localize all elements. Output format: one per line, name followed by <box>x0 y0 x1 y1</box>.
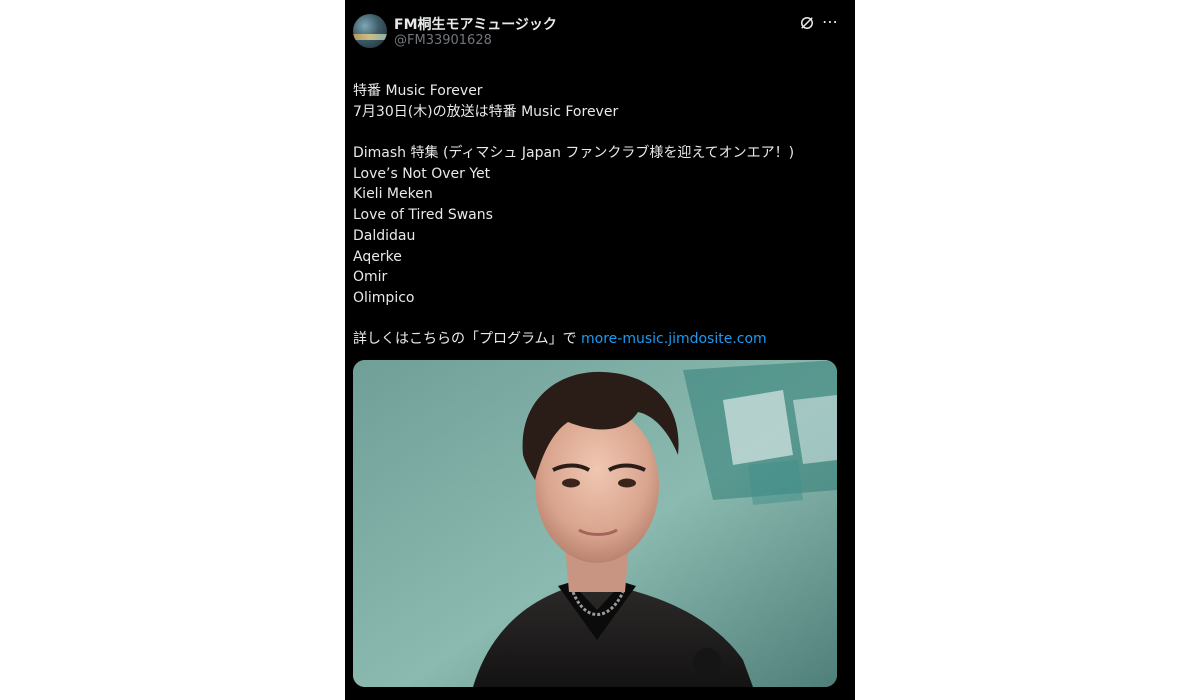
author-display-name[interactable]: FM桐生モアミュージック <box>394 14 557 34</box>
post-line: Daldidau <box>353 227 416 244</box>
post-line-blank <box>353 122 843 143</box>
post-card: FM桐生モアミュージック @FM33901628 ⋯ 特番 Music Fore… <box>345 0 855 700</box>
avatar[interactable] <box>353 14 387 48</box>
post-line: Omir <box>353 269 388 286</box>
post-line: Aqerke <box>353 248 402 265</box>
post-line: Olimpico <box>353 289 415 306</box>
post-line: 特番 Music Forever <box>353 83 483 99</box>
grok-icon[interactable] <box>798 14 816 32</box>
post-closing-text: 詳しくはこちらの「プログラム」で <box>353 331 582 348</box>
post-text: 特番 Music Forever 7月30日(木)の放送は特番 Music Fo… <box>353 81 843 350</box>
post-link[interactable]: more-music.jimdosite.com <box>581 331 767 347</box>
post-line: Dimash 特集 (ディマシュ Japan ファンクラブ様を迎えてオンエア！) <box>353 145 795 162</box>
post-line: Love’s Not Over Yet <box>353 165 491 182</box>
post-media-image[interactable] <box>353 360 837 687</box>
more-icon[interactable]: ⋯ <box>821 12 839 32</box>
post-line: 7月30日(木)の放送は特番 Music Forever <box>353 103 619 120</box>
post-line: Love of Tired Swans <box>353 207 493 224</box>
post-line-blank <box>353 309 843 330</box>
post-line: Kieli Meken <box>353 186 433 203</box>
author-handle[interactable]: @FM33901628 <box>394 33 492 48</box>
avatar-band <box>353 34 387 40</box>
post-closing-line: 詳しくはこちらの「プログラム」で more-music.jimdosite.co… <box>353 329 843 350</box>
media-illustration <box>353 360 837 687</box>
